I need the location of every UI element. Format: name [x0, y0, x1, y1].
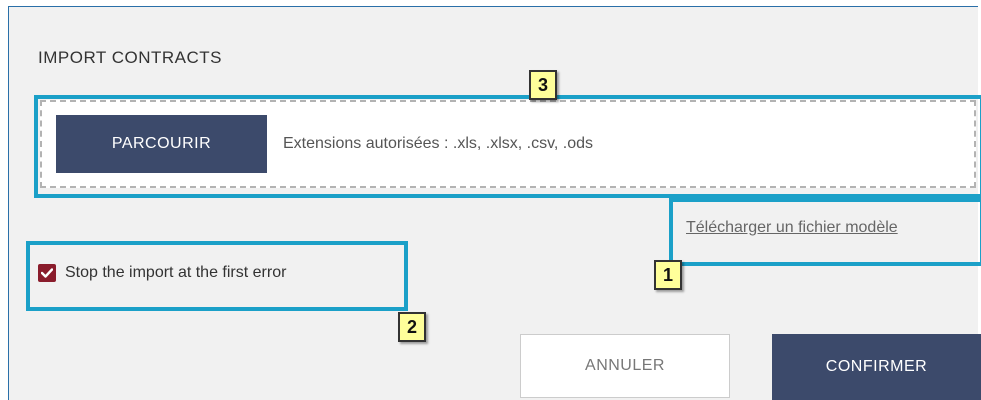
- callout-badge-3: 3: [529, 70, 557, 100]
- highlight-box-2: [26, 241, 408, 311]
- highlight-box-1: [669, 198, 981, 266]
- callout-badge-2: 2: [398, 312, 426, 342]
- cancel-button[interactable]: ANNULER: [520, 334, 730, 398]
- confirm-button[interactable]: CONFIRMER: [772, 334, 981, 400]
- callout-badge-1: 1: [654, 260, 682, 290]
- highlight-box-3: [34, 95, 981, 198]
- dialog-title: IMPORT CONTRACTS: [38, 48, 222, 67]
